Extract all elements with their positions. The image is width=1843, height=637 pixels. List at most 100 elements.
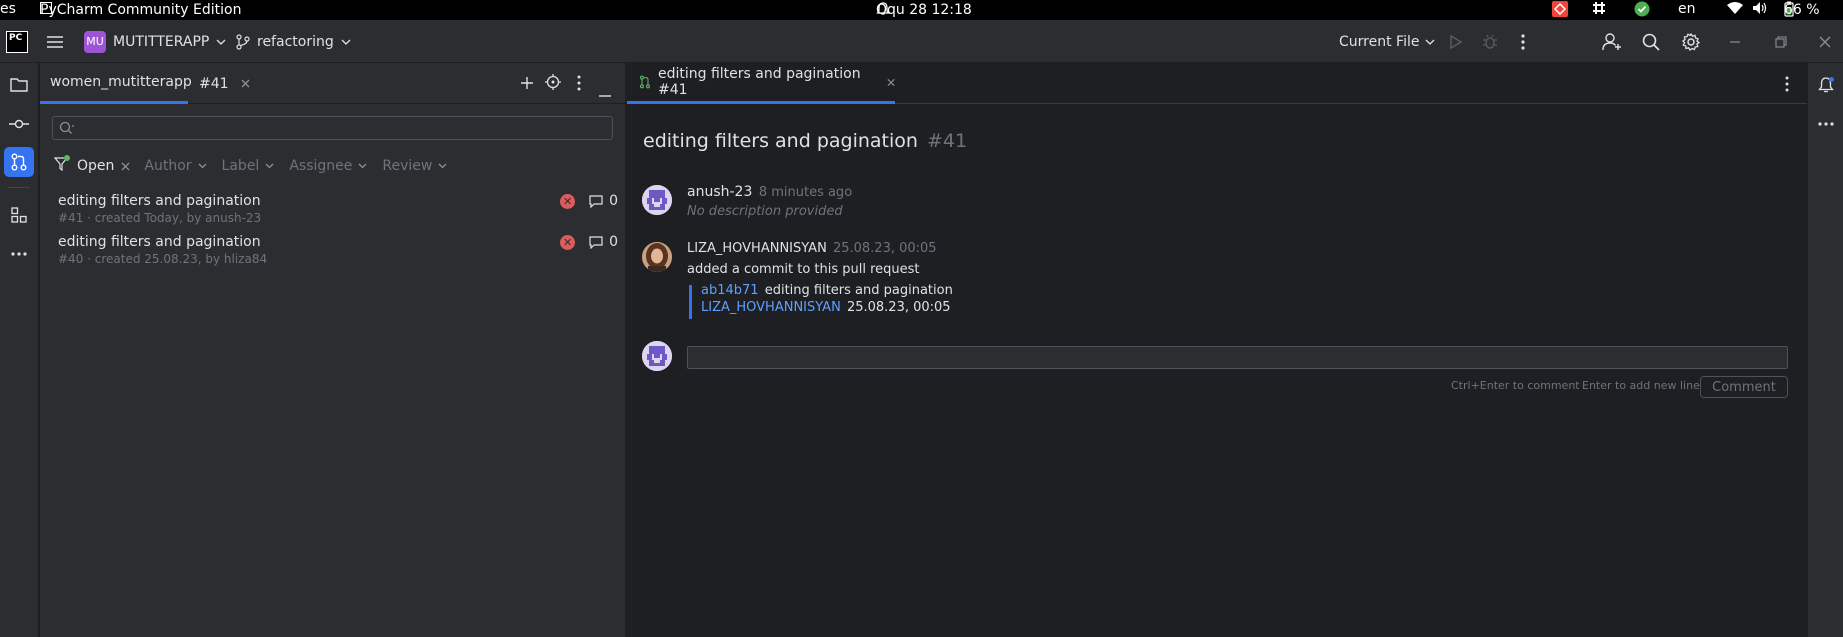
comment-hint-submit: Ctrl+Enter to comment [1451,379,1580,392]
user-photo-avatar [642,242,672,272]
close-tab-icon[interactable] [887,78,895,87]
commit-tool-button[interactable] [4,109,34,139]
pycharm-logo: PC [6,20,28,63]
slack-icon[interactable] [1592,1,1606,15]
hamburger-icon [47,35,63,48]
chevron-down-icon [358,163,367,169]
comment-hint-newline: Enter to add new line [1582,379,1700,392]
checks-failed-icon: ✕ [560,193,576,209]
author-filter[interactable]: Author [144,158,207,174]
wifi-icon[interactable] [1726,1,1744,15]
new-pr-button[interactable] [520,75,534,94]
restore-window-button[interactable] [1775,20,1787,63]
more-tools-button[interactable] [1811,109,1841,139]
commit-icon [9,119,29,129]
chevron-down-icon [341,39,351,45]
anydesk-icon[interactable] [1552,1,1568,17]
more-horizontal-icon [11,252,27,256]
chevron-down-icon [438,163,447,169]
comment-count: 0 [609,234,618,250]
comment-input[interactable] [687,346,1788,369]
more-tools-button[interactable] [4,239,34,269]
state-filter[interactable]: Open [77,158,130,174]
avatar[interactable] [642,185,672,215]
battery-indicator[interactable]: 66 % [1784,1,1820,18]
app-name: PyCharm Community Edition [40,2,242,18]
tab-repository-label: women_mutitterapp [50,74,192,90]
more-actions-button[interactable] [1521,20,1525,63]
comment-count: 0 [609,193,618,209]
pr-created-time: 8 minutes ago [758,185,853,200]
pycharm-logo-icon: PC [6,30,28,53]
review-filter-label: Review [382,158,433,174]
left-tool-window-strip [0,63,39,637]
commit-line: ab14b71 editing filters and pagination [701,283,953,298]
list-item[interactable]: editing filters and pagination #40 · cre… [58,234,618,270]
code-with-me-button[interactable] [1602,20,1622,63]
pr-title-text: editing filters and pagination [643,130,918,152]
system-top-bar: es PyCharm Community Edition Oqu 28 12:1… [0,0,1843,20]
shield-check-icon[interactable] [1634,1,1650,17]
search-everywhere-button[interactable] [1642,20,1660,63]
tab-pr-41[interactable]: #41 [199,63,250,104]
strip-divider [8,187,30,188]
volume-icon[interactable] [1752,1,1768,15]
pull-requests-tool-button[interactable] [4,147,34,177]
author-filter-label: Author [144,158,192,174]
gear-icon [1682,32,1700,51]
commit-event-author[interactable]: LIZA_HOVHANNISYAN [687,241,827,256]
search-icon [59,121,74,134]
minimize-icon [1730,40,1740,43]
project-tool-button[interactable] [4,70,34,100]
bell-icon [876,2,890,16]
close-icon [1819,36,1831,47]
label-filter[interactable]: Label [222,158,275,174]
git-branch-icon [236,33,250,50]
more-vertical-icon [577,75,581,91]
activities-label[interactable]: es [0,1,16,17]
add-user-icon [1602,32,1621,50]
locate-button[interactable] [545,74,561,94]
avatar[interactable] [642,242,672,272]
main-menu-button[interactable] [46,20,64,63]
chevron-down-icon [216,39,226,45]
notifications-button[interactable] [1811,70,1841,100]
review-filter[interactable]: Review [382,158,447,174]
assignee-filter[interactable]: Assignee [289,158,367,174]
bell-icon [1818,77,1834,93]
run-config-label: Current File [1339,33,1420,50]
pr-author[interactable]: anush-23 [687,184,752,200]
branch-selector[interactable]: refactoring [236,20,351,63]
chevron-down-icon [265,163,274,169]
tab-pr-details[interactable]: editing filters and pagination #41 [627,63,895,104]
project-selector[interactable]: MU MUTITTERAPP [84,20,226,63]
pr-search-input[interactable] [79,120,612,136]
keyboard-language[interactable]: en [1678,1,1696,17]
close-window-button[interactable] [1819,20,1831,63]
datetime: Oqu 28 12:18 [876,2,972,18]
settings-button[interactable] [1682,20,1700,63]
pr-search-field[interactable] [52,116,613,140]
battery-percent: 66 % [1784,2,1820,18]
commit-author-link[interactable]: LIZA_HOVHANNISYAN [701,300,841,315]
minimize-window-button[interactable] [1729,20,1741,63]
ide-title-bar: PC MU MUTITTERAPP refactoring Current Fi… [0,20,1843,63]
hide-panel-button[interactable] [599,82,611,101]
tab-repository[interactable]: women_mutitterapp [40,63,192,104]
pr-title: editing filters and pagination [58,193,261,209]
clear-filter-icon[interactable] [121,162,130,171]
structure-tool-button[interactable] [4,200,34,230]
run-button[interactable] [1449,20,1463,63]
commit-hash-link[interactable]: ab14b71 [701,283,759,298]
editor-options-button[interactable] [1785,76,1789,96]
list-item[interactable]: editing filters and pagination #41 · cre… [58,193,618,229]
panel-options-button[interactable] [577,75,581,95]
label-filter-label: Label [221,158,260,174]
debug-button[interactable] [1482,20,1498,63]
more-vertical-icon [1785,76,1789,92]
pr-number[interactable]: #41 [927,130,967,152]
filter-icon[interactable] [53,155,70,175]
run-config-selector[interactable]: Current File [1339,20,1435,63]
close-tab-icon[interactable] [241,79,250,88]
comment-button[interactable]: Comment [1700,376,1788,398]
